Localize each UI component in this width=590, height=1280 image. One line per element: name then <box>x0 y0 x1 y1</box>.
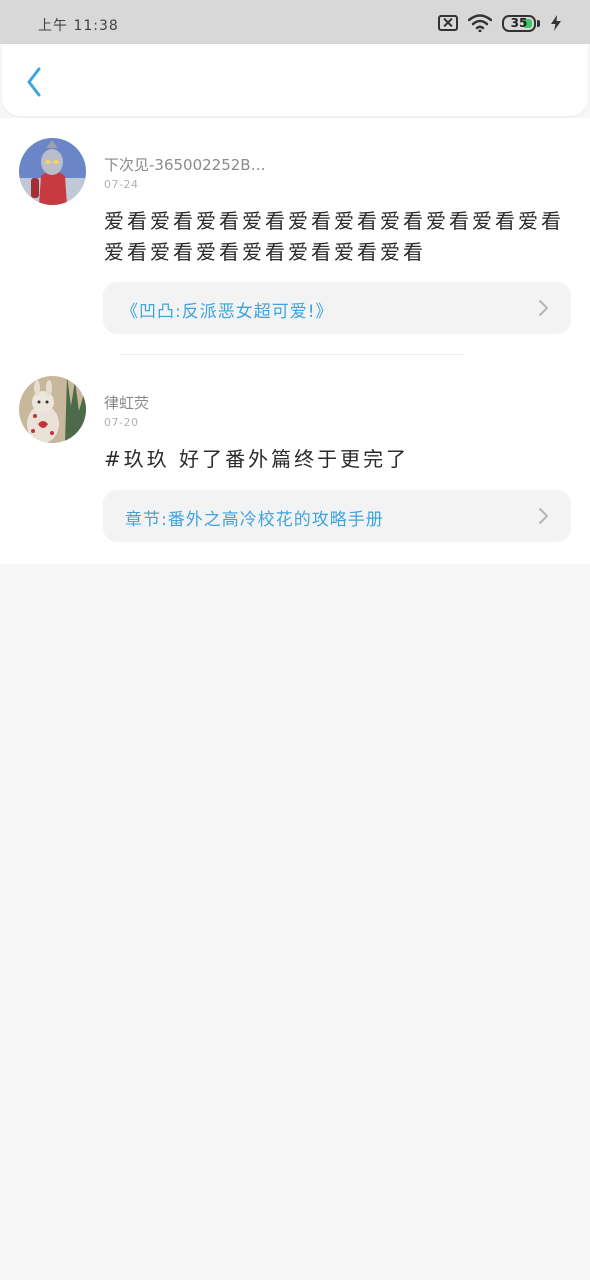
status-bar: 上午 11:38 35 <box>0 0 590 44</box>
comment-content: 爱看爱看爱看爱看爱看爱看爱看爱看爱看爱看爱看爱看爱看爱看爱看爱看爱看 <box>104 209 564 264</box>
chevron-left-icon <box>27 67 41 97</box>
comment-list: 下次见-365002252B… 07-24 爱看爱看爱看爱看爱看爱看爱看爱看爱看… <box>0 118 590 564</box>
chapter-reference-title: 章节:番外之高冷校花的攻略手册 <box>125 510 384 530</box>
wifi-icon <box>468 14 492 32</box>
back-button[interactable] <box>16 64 52 100</box>
book-reference-card[interactable]: 《凹凸:反派恶女超可爱!》 <box>103 282 571 334</box>
username[interactable]: 律虹荧 <box>104 392 149 413</box>
chevron-right-icon <box>539 508 548 524</box>
book-reference-title: 《凹凸:反派恶女超可爱!》 <box>121 302 334 322</box>
chevron-right-icon <box>539 300 548 316</box>
battery-icon: 35 <box>502 14 540 32</box>
comment-date: 07-24 <box>104 178 139 191</box>
sim-off-icon <box>438 15 458 31</box>
status-time: 上午 11:38 <box>38 18 119 34</box>
comment-date: 07-20 <box>104 416 139 429</box>
avatar[interactable] <box>19 376 86 443</box>
nav-bar <box>2 44 588 116</box>
charging-bolt-icon <box>551 15 561 31</box>
chapter-reference-card[interactable]: 章节:番外之高冷校花的攻略手册 <box>103 490 571 542</box>
avatar[interactable] <box>19 138 86 205</box>
username[interactable]: 下次见-365002252B… <box>104 154 266 175</box>
battery-level: 35 <box>510 16 528 30</box>
comment-content: #玖玖 好了番外篇终于更完了 <box>104 447 410 471</box>
divider <box>120 354 464 355</box>
status-icons: 35 <box>438 14 562 32</box>
